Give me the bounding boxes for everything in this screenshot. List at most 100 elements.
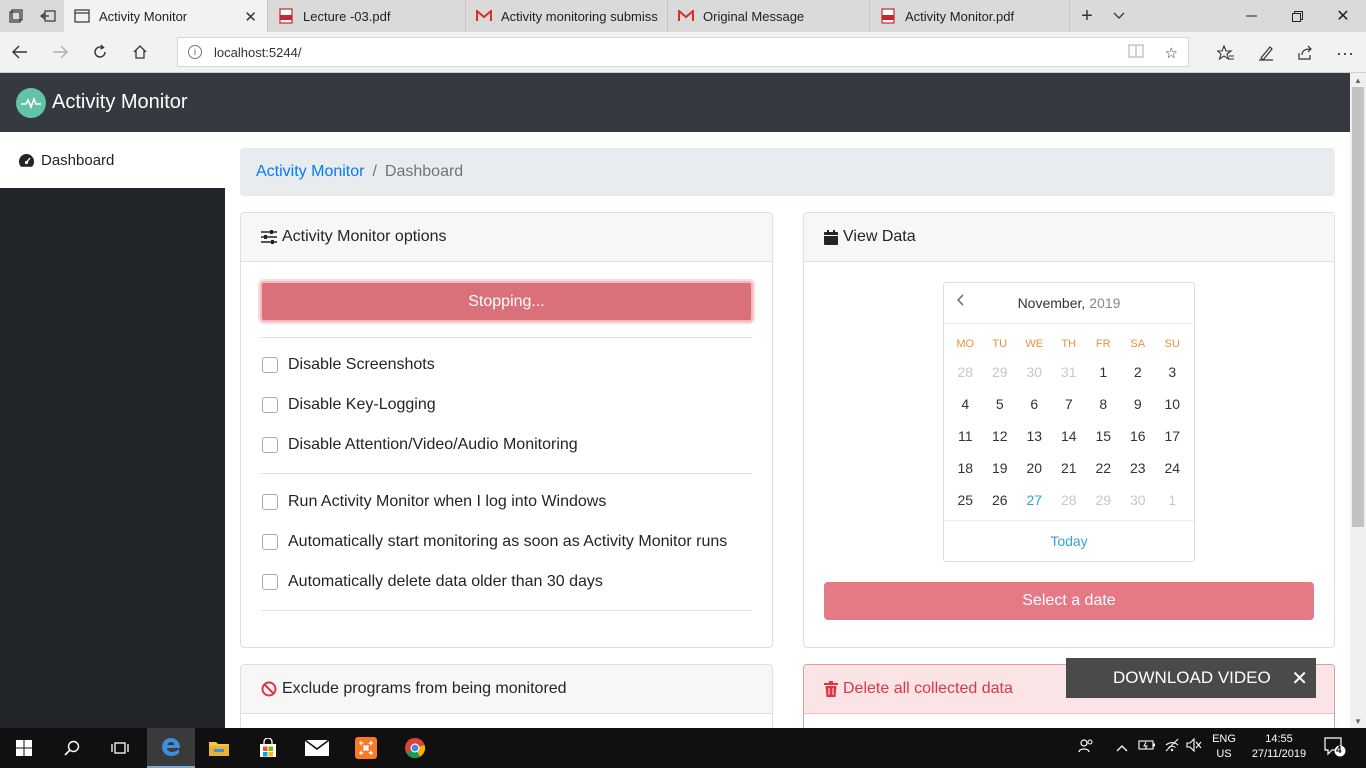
clock[interactable]: 14:55 27/11/2019	[1240, 733, 1318, 760]
select-date-button[interactable]: Select a date	[824, 582, 1314, 620]
search-icon[interactable]	[48, 728, 96, 768]
volume-muted-icon[interactable]	[1186, 737, 1202, 755]
auto-delete-data-checkbox[interactable]	[262, 574, 278, 590]
calendar-day[interactable]: 4	[948, 396, 983, 412]
wifi-icon[interactable]	[1164, 738, 1180, 755]
disable-key-logging-option[interactable]: Disable Key-Logging	[262, 396, 436, 414]
tab-manager-icon[interactable]	[2, 0, 30, 32]
people-icon[interactable]	[1078, 738, 1094, 757]
calendar-day[interactable]: 3	[1155, 364, 1190, 380]
calendar-day[interactable]: 26	[983, 492, 1018, 508]
calendar-day[interactable]: 25	[948, 492, 983, 508]
disable-screenshots-checkbox[interactable]	[262, 357, 278, 373]
calendar-day[interactable]: 28	[948, 364, 983, 380]
calendar-header[interactable]: November, 2019	[944, 283, 1194, 324]
breadcrumb-link-home[interactable]: Activity Monitor	[256, 163, 364, 181]
back-icon[interactable]	[5, 38, 35, 66]
restore-icon[interactable]	[1274, 0, 1320, 32]
calendar-day[interactable]: 9	[1121, 396, 1156, 412]
xampp-icon[interactable]	[342, 728, 390, 768]
activity-pulse-logo-icon[interactable]	[16, 88, 46, 118]
calendar-day[interactable]: 30	[1017, 364, 1052, 380]
calendar-day[interactable]: 6	[1017, 396, 1052, 412]
close-window-icon[interactable]: ✕	[1320, 0, 1366, 32]
calendar-day[interactable]: 13	[1017, 428, 1052, 444]
new-tab-icon[interactable]: +	[1073, 0, 1101, 32]
mail-icon[interactable]	[293, 728, 341, 768]
tab-activity-monitoring-submission[interactable]: Activity monitoring submiss	[466, 0, 668, 32]
sidebar-item-dashboard[interactable]: Dashboard	[0, 132, 225, 188]
input-language[interactable]: ENG US	[1206, 733, 1242, 760]
auto-delete-data-option[interactable]: Automatically delete data older than 30 …	[262, 573, 603, 591]
scroll-down-icon[interactable]: ▼	[1350, 714, 1366, 728]
set-aside-tabs-icon[interactable]	[34, 0, 62, 32]
calendar-day[interactable]: 18	[948, 460, 983, 476]
battery-icon[interactable]	[1138, 738, 1156, 755]
calendar-day[interactable]: 11	[948, 428, 983, 444]
reading-view-icon[interactable]	[1128, 44, 1144, 62]
run-on-login-option[interactable]: Run Activity Monitor when I log into Win…	[262, 493, 606, 511]
windows-start-icon[interactable]	[0, 728, 48, 768]
run-on-login-checkbox[interactable]	[262, 494, 278, 510]
calendar-day[interactable]: 1	[1086, 364, 1121, 380]
auto-start-monitoring-checkbox[interactable]	[262, 534, 278, 550]
calendar-day[interactable]: 2	[1121, 364, 1156, 380]
refresh-icon[interactable]	[85, 38, 115, 66]
disable-attention-monitoring-option[interactable]: Disable Attention/Video/Audio Monitoring	[262, 436, 578, 454]
calendar-day[interactable]: 10	[1155, 396, 1190, 412]
calendar-day[interactable]: 30	[1121, 492, 1156, 508]
file-explorer-icon[interactable]	[195, 728, 243, 768]
url-input[interactable]: i localhost:5244/ ☆	[177, 37, 1189, 67]
tab-lecture-pdf[interactable]: Lecture -03.pdf	[268, 0, 466, 32]
favorite-star-icon[interactable]: ☆	[1165, 44, 1178, 62]
tab-close-icon[interactable]: ✕	[244, 8, 257, 26]
store-icon[interactable]	[244, 728, 292, 768]
calendar-day[interactable]: 22	[1086, 460, 1121, 476]
disable-key-logging-checkbox[interactable]	[262, 397, 278, 413]
close-overlay-icon[interactable]: ✕	[1291, 666, 1308, 691]
tab-activity-monitor-pdf[interactable]: Activity Monitor.pdf	[870, 0, 1070, 32]
auto-start-monitoring-option[interactable]: Automatically start monitoring as soon a…	[262, 533, 727, 551]
forward-icon[interactable]	[45, 38, 75, 66]
tab-original-message[interactable]: Original Message	[668, 0, 870, 32]
site-info-icon[interactable]: i	[188, 45, 202, 59]
scroll-up-icon[interactable]: ▲	[1350, 73, 1366, 87]
calendar-day[interactable]: 8	[1086, 396, 1121, 412]
calendar-day[interactable]: 29	[983, 364, 1018, 380]
today-button[interactable]: Today	[944, 520, 1194, 561]
web-notes-pen-icon[interactable]	[1253, 40, 1279, 66]
stopping-button[interactable]: Stopping...	[260, 281, 753, 322]
calendar-day[interactable]: 12	[983, 428, 1018, 444]
disable-attention-monitoring-checkbox[interactable]	[262, 437, 278, 453]
calendar-day[interactable]: 17	[1155, 428, 1190, 444]
minimize-icon[interactable]	[1228, 0, 1274, 32]
calendar-day[interactable]: 23	[1121, 460, 1156, 476]
scrollbar-thumb[interactable]	[1352, 87, 1364, 527]
app-brand[interactable]: Activity Monitor	[52, 91, 188, 114]
calendar-day[interactable]: 31	[1052, 364, 1087, 380]
favorites-hub-icon[interactable]	[1213, 40, 1239, 66]
calendar-day[interactable]: 21	[1052, 460, 1087, 476]
page-scrollbar[interactable]: ▲ ▼	[1350, 73, 1366, 728]
calendar-day[interactable]: 24	[1155, 460, 1190, 476]
calendar-day[interactable]: 14	[1052, 428, 1087, 444]
previous-month-chevron-icon[interactable]	[956, 293, 964, 311]
calendar-day[interactable]: 15	[1086, 428, 1121, 444]
calendar-day[interactable]: 20	[1017, 460, 1052, 476]
tab-preview-chevron-icon[interactable]	[1105, 0, 1133, 32]
calendar-day[interactable]: 19	[983, 460, 1018, 476]
calendar-day[interactable]: 29	[1086, 492, 1121, 508]
action-center-icon[interactable]	[1324, 737, 1346, 760]
more-menu-icon[interactable]: ···	[1332, 40, 1358, 66]
calendar-day[interactable]: 7	[1052, 396, 1087, 412]
share-icon[interactable]	[1292, 40, 1318, 66]
disable-screenshots-option[interactable]: Disable Screenshots	[262, 356, 435, 374]
calendar-day[interactable]: 28	[1052, 492, 1087, 508]
chrome-icon[interactable]	[391, 728, 439, 768]
calendar-day[interactable]: 1	[1155, 492, 1190, 508]
show-hidden-icons-chevron-icon[interactable]	[1116, 740, 1128, 755]
calendar-day[interactable]: 5	[983, 396, 1018, 412]
task-view-icon[interactable]	[96, 728, 144, 768]
calendar-day[interactable]: 27	[1017, 492, 1052, 508]
edge-browser-icon[interactable]	[147, 728, 195, 768]
